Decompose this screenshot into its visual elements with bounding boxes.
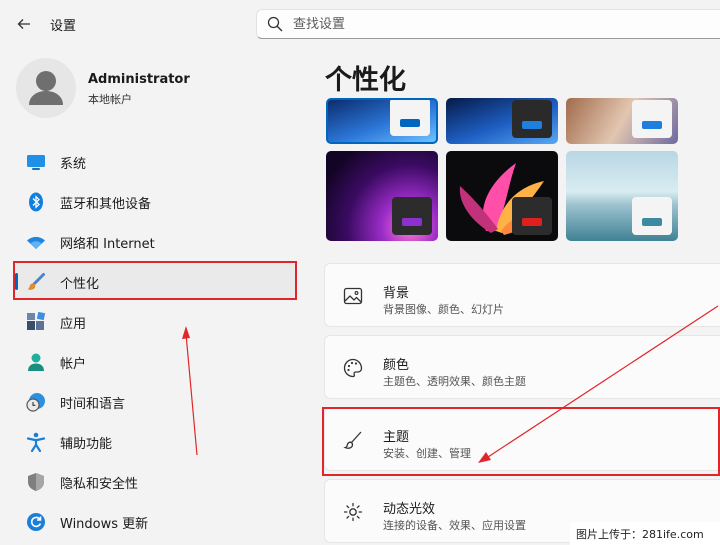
sidebar-item-label: 应用: [60, 317, 87, 332]
brush-icon: [27, 273, 45, 290]
sidebar-item-system[interactable]: 系统: [14, 143, 296, 179]
back-button[interactable]: [12, 12, 36, 36]
sidebar-item-label: Windows 更新: [60, 517, 149, 532]
avatar[interactable]: [16, 58, 76, 118]
setting-card-subtitle: 背景图像、颜色、幻灯片: [383, 303, 504, 316]
shield-icon: [28, 473, 44, 491]
setting-card-subtitle: 主题色、透明效果、颜色主题: [383, 375, 526, 388]
theme-thumbnail[interactable]: [446, 151, 558, 241]
sidebar-item-label: 隐私和安全性: [60, 477, 139, 492]
setting-card-subtitle: 安装、创建、管理: [383, 447, 471, 460]
search-input[interactable]: [293, 16, 693, 32]
sidebar-item-label: 帐户: [60, 357, 87, 372]
monitor-icon: [27, 155, 45, 170]
sidebar-item-label: 辅助功能: [60, 437, 113, 452]
back-arrow-icon: [17, 19, 30, 29]
user-avatar-icon: [29, 71, 63, 105]
app-title: 设置: [50, 19, 77, 34]
setting-card-subtitle: 连接的设备、效果、应用设置: [383, 519, 526, 532]
sidebar-item-personalization[interactable]: 个性化: [14, 263, 296, 299]
user-icon: [28, 353, 44, 371]
search-box[interactable]: [256, 9, 720, 39]
sidebar-item-apps[interactable]: 应用: [14, 303, 296, 339]
sidebar-item-label: 蓝牙和其他设备: [60, 197, 152, 212]
setting-card-title: 背景: [383, 286, 410, 301]
sidebar-item-network[interactable]: 网络和 Internet: [14, 223, 296, 259]
setting-card-title: 颜色: [383, 358, 410, 373]
watermark: 图片上传于：281ife.com: [570, 522, 720, 545]
setting-card-title: 动态光效: [383, 502, 436, 517]
setting-card-title: 主题: [383, 430, 410, 445]
sidebar-item-accounts[interactable]: 帐户: [14, 343, 296, 379]
active-indicator: [15, 273, 18, 290]
theme-thumbnail[interactable]: [326, 151, 438, 241]
sidebar-item-time-language[interactable]: 时间和语言: [14, 383, 296, 419]
wifi-icon: [27, 236, 45, 249]
theme-thumbnail[interactable]: [566, 151, 678, 241]
light-effect-icon: [343, 502, 363, 522]
sidebar-item-privacy[interactable]: 隐私和安全性: [14, 463, 296, 499]
search-icon: [267, 16, 283, 32]
theme-thumbnail[interactable]: [446, 98, 558, 144]
sidebar-item-accessibility[interactable]: 辅助功能: [14, 423, 296, 459]
page-title: 个性化: [325, 65, 406, 96]
user-name: Administrator: [88, 72, 190, 87]
theme-thumbnail[interactable]: [326, 98, 438, 144]
accessibility-icon: [26, 432, 46, 452]
clock-globe-icon: [26, 393, 45, 412]
sidebar-item-label: 时间和语言: [60, 397, 126, 412]
sidebar-item-bluetooth[interactable]: 蓝牙和其他设备: [14, 183, 296, 219]
account-type: 本地帐户: [88, 93, 132, 106]
setting-card-themes[interactable]: 主题 安装、创建、管理: [324, 407, 720, 471]
brush-icon: [343, 431, 362, 449]
sidebar-item-label: 系统: [60, 157, 87, 172]
image-icon: [343, 287, 363, 305]
apps-icon: [27, 312, 46, 330]
setting-card-background[interactable]: 背景 背景图像、颜色、幻灯片: [324, 263, 720, 327]
theme-thumbnail[interactable]: [566, 98, 678, 144]
bluetooth-icon: [29, 192, 43, 212]
sidebar-item-label: 个性化: [60, 277, 100, 292]
sidebar-item-windows-update[interactable]: Windows 更新: [14, 503, 296, 539]
palette-icon: [343, 358, 363, 378]
refresh-icon: [27, 513, 45, 531]
setting-card-colors[interactable]: 颜色 主题色、透明效果、颜色主题: [324, 335, 720, 399]
sidebar-item-label: 网络和 Internet: [60, 237, 155, 252]
